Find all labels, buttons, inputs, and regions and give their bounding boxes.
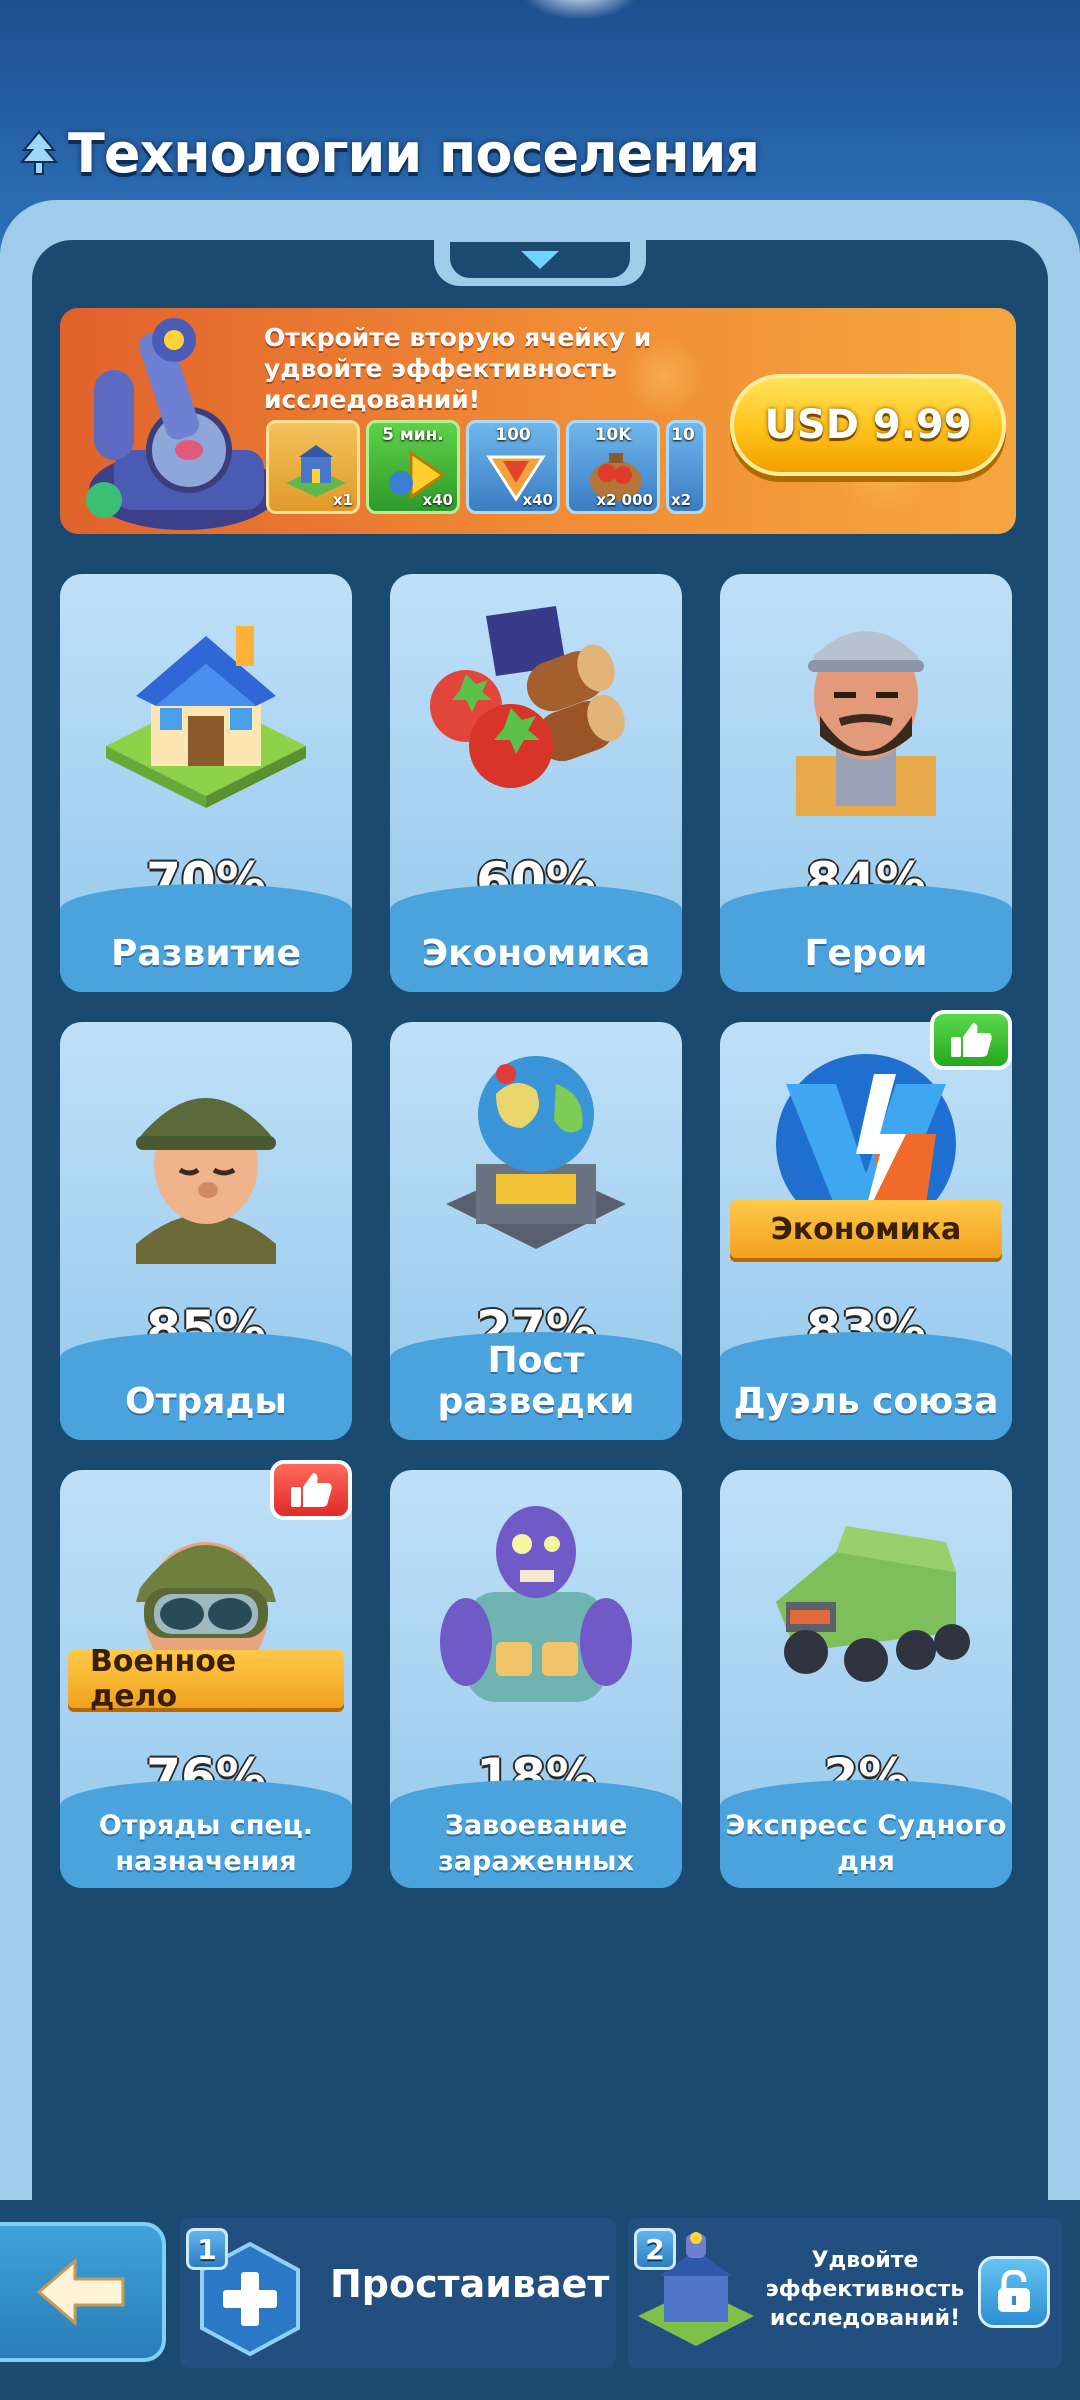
card-label: Экспресс Судного дня	[725, 1810, 1007, 1877]
tree-icon	[19, 130, 59, 175]
slot-number: 2	[634, 2228, 676, 2270]
page-header: Технологии поселения	[18, 118, 760, 188]
hero-portrait-icon	[796, 631, 936, 816]
promo-item-qty: x40	[422, 491, 453, 509]
tech-card-infected-conquest[interactable]: 18% Завоевание зараженных	[390, 1470, 682, 1888]
slot-upsell-text: Удвойте эффективность исследований!	[765, 2248, 965, 2331]
ribbon-military: Военное дело	[68, 1644, 344, 1714]
card-label: Отряды	[125, 1381, 287, 1422]
promo-item-qty: x40	[522, 491, 553, 509]
armored-truck-icon	[776, 1526, 970, 1682]
card-label: Пост разведки	[437, 1340, 635, 1422]
card-label: Экономика	[421, 933, 651, 974]
top-light-glow	[520, 0, 640, 20]
soldier-icon	[136, 1098, 276, 1264]
chevron-down-icon	[521, 251, 559, 269]
price-button[interactable]: USD 9.99	[730, 374, 1006, 476]
back-button[interactable]	[0, 2222, 166, 2362]
tech-card-development[interactable]: 70% Развитие	[60, 574, 352, 992]
promo-items: x1 5 мин. x40 100 x40 10K x2 000 10 x2	[266, 420, 706, 514]
page-title: Технологии поселения	[68, 121, 760, 185]
slot-number: 1	[186, 2228, 228, 2270]
arrow-left-icon	[36, 2257, 125, 2327]
promo-item-building: x1	[266, 420, 360, 514]
tech-card-heroes[interactable]: 84% Герои	[720, 574, 1012, 992]
tech-card-squads[interactable]: 85% Отряды	[60, 1022, 352, 1440]
promo-item-gem: 100 x40	[466, 420, 560, 514]
card-label: Герои	[804, 933, 928, 974]
collapse-tab[interactable]	[434, 234, 646, 286]
promo-item-qty: x2 000	[596, 491, 653, 509]
promo-item-food: 10K x2 000	[566, 420, 660, 514]
price-label: USD 9.99	[764, 402, 972, 448]
promo-item-wood: 10 x2	[666, 420, 706, 514]
ribbon-economy: Экономика	[730, 1200, 1002, 1258]
card-label: Завоевание зараженных	[438, 1810, 634, 1877]
promo-text: Откройте вторую ячейку и удвойте эффекти…	[264, 323, 652, 414]
thumbs-up-icon	[291, 1473, 332, 1507]
lock-icon	[998, 2270, 1030, 2312]
globe-radar-icon	[446, 1056, 626, 1249]
unlock-slot-button[interactable]	[978, 2256, 1050, 2328]
thumbs-up-badge	[930, 1010, 1012, 1070]
thumbs-up-icon	[951, 1023, 992, 1057]
house-icon	[106, 626, 306, 808]
zombie-icon	[440, 1506, 632, 1702]
promo-item-qty: x2	[671, 491, 692, 509]
promo-item-speedup: 5 мин. x40	[366, 420, 460, 514]
tech-card-doomsday-express[interactable]: 2% Экспресс Судного дня	[720, 1470, 1012, 1888]
tech-card-economy[interactable]: 60% Экономика	[390, 574, 682, 992]
card-label: Дуэль союза	[733, 1381, 999, 1422]
promo-item-top: 10	[671, 425, 695, 445]
card-label: Развитие	[110, 933, 302, 974]
resources-icon	[430, 606, 625, 788]
tech-card-recon-post[interactable]: 27% Пост разведки	[390, 1022, 682, 1440]
slot-status: Простаивает	[330, 2262, 610, 2306]
card-label: Отряды спец. назначения	[98, 1810, 314, 1877]
promo-item-qty: x1	[332, 491, 353, 509]
thumbs-up-badge	[270, 1460, 352, 1520]
